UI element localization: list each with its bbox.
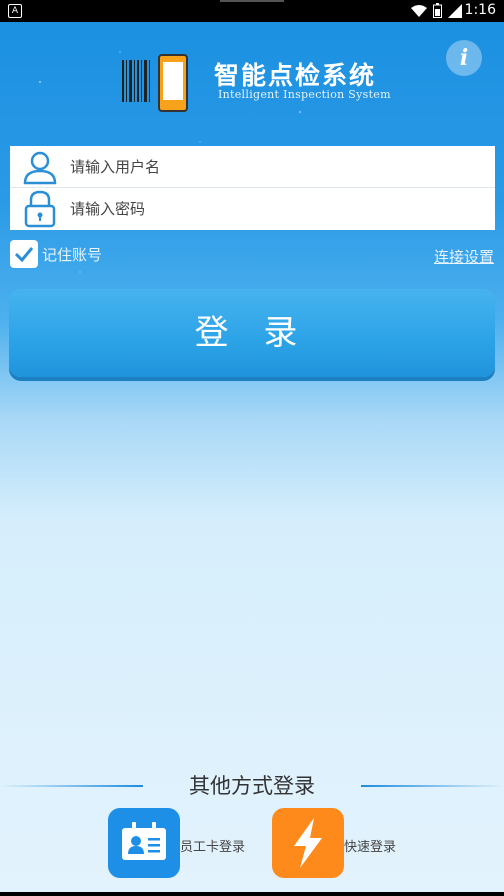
login-button[interactable]: 登 录: [9, 289, 495, 377]
status-icons: [411, 3, 462, 18]
info-icon[interactable]: i: [446, 40, 482, 76]
navigation-bar: [0, 892, 504, 896]
checkmark-icon: [14, 247, 34, 262]
card-login-button[interactable]: [108, 808, 180, 878]
phone-icon: [158, 54, 188, 112]
app-title: 智能点检系统: [214, 61, 377, 90]
login-form: [10, 146, 495, 230]
app-logo: 智能点检系统 Intelligent Inspection System: [122, 52, 392, 112]
app-subtitle: Intelligent Inspection System: [218, 88, 391, 101]
battery-icon: [433, 3, 442, 18]
connection-settings-link[interactable]: 连接设置: [434, 246, 494, 267]
remember-checkbox[interactable]: [10, 240, 38, 268]
remember-account[interactable]: 记住账号: [10, 240, 102, 268]
quick-login-label: 快速登录: [344, 840, 397, 855]
user-icon: [20, 147, 60, 187]
signal-icon: [448, 3, 462, 18]
password-row: [10, 188, 495, 229]
card-login-label: 员工卡登录: [180, 840, 246, 855]
username-input[interactable]: [68, 156, 452, 177]
password-input[interactable]: [68, 198, 452, 219]
username-row: [10, 146, 495, 188]
id-card-icon: [122, 822, 166, 860]
divider-right: [361, 785, 504, 787]
lightning-icon: [294, 818, 322, 868]
android-notification-icon: A: [8, 4, 22, 18]
notch: [220, 0, 284, 2]
quick-login-button[interactable]: [272, 808, 344, 878]
clock: 1:16: [464, 2, 496, 18]
lock-icon: [20, 189, 60, 229]
remember-label: 记住账号: [42, 245, 103, 264]
wifi-icon: [411, 4, 427, 17]
status-bar: A 1:16: [0, 0, 504, 22]
